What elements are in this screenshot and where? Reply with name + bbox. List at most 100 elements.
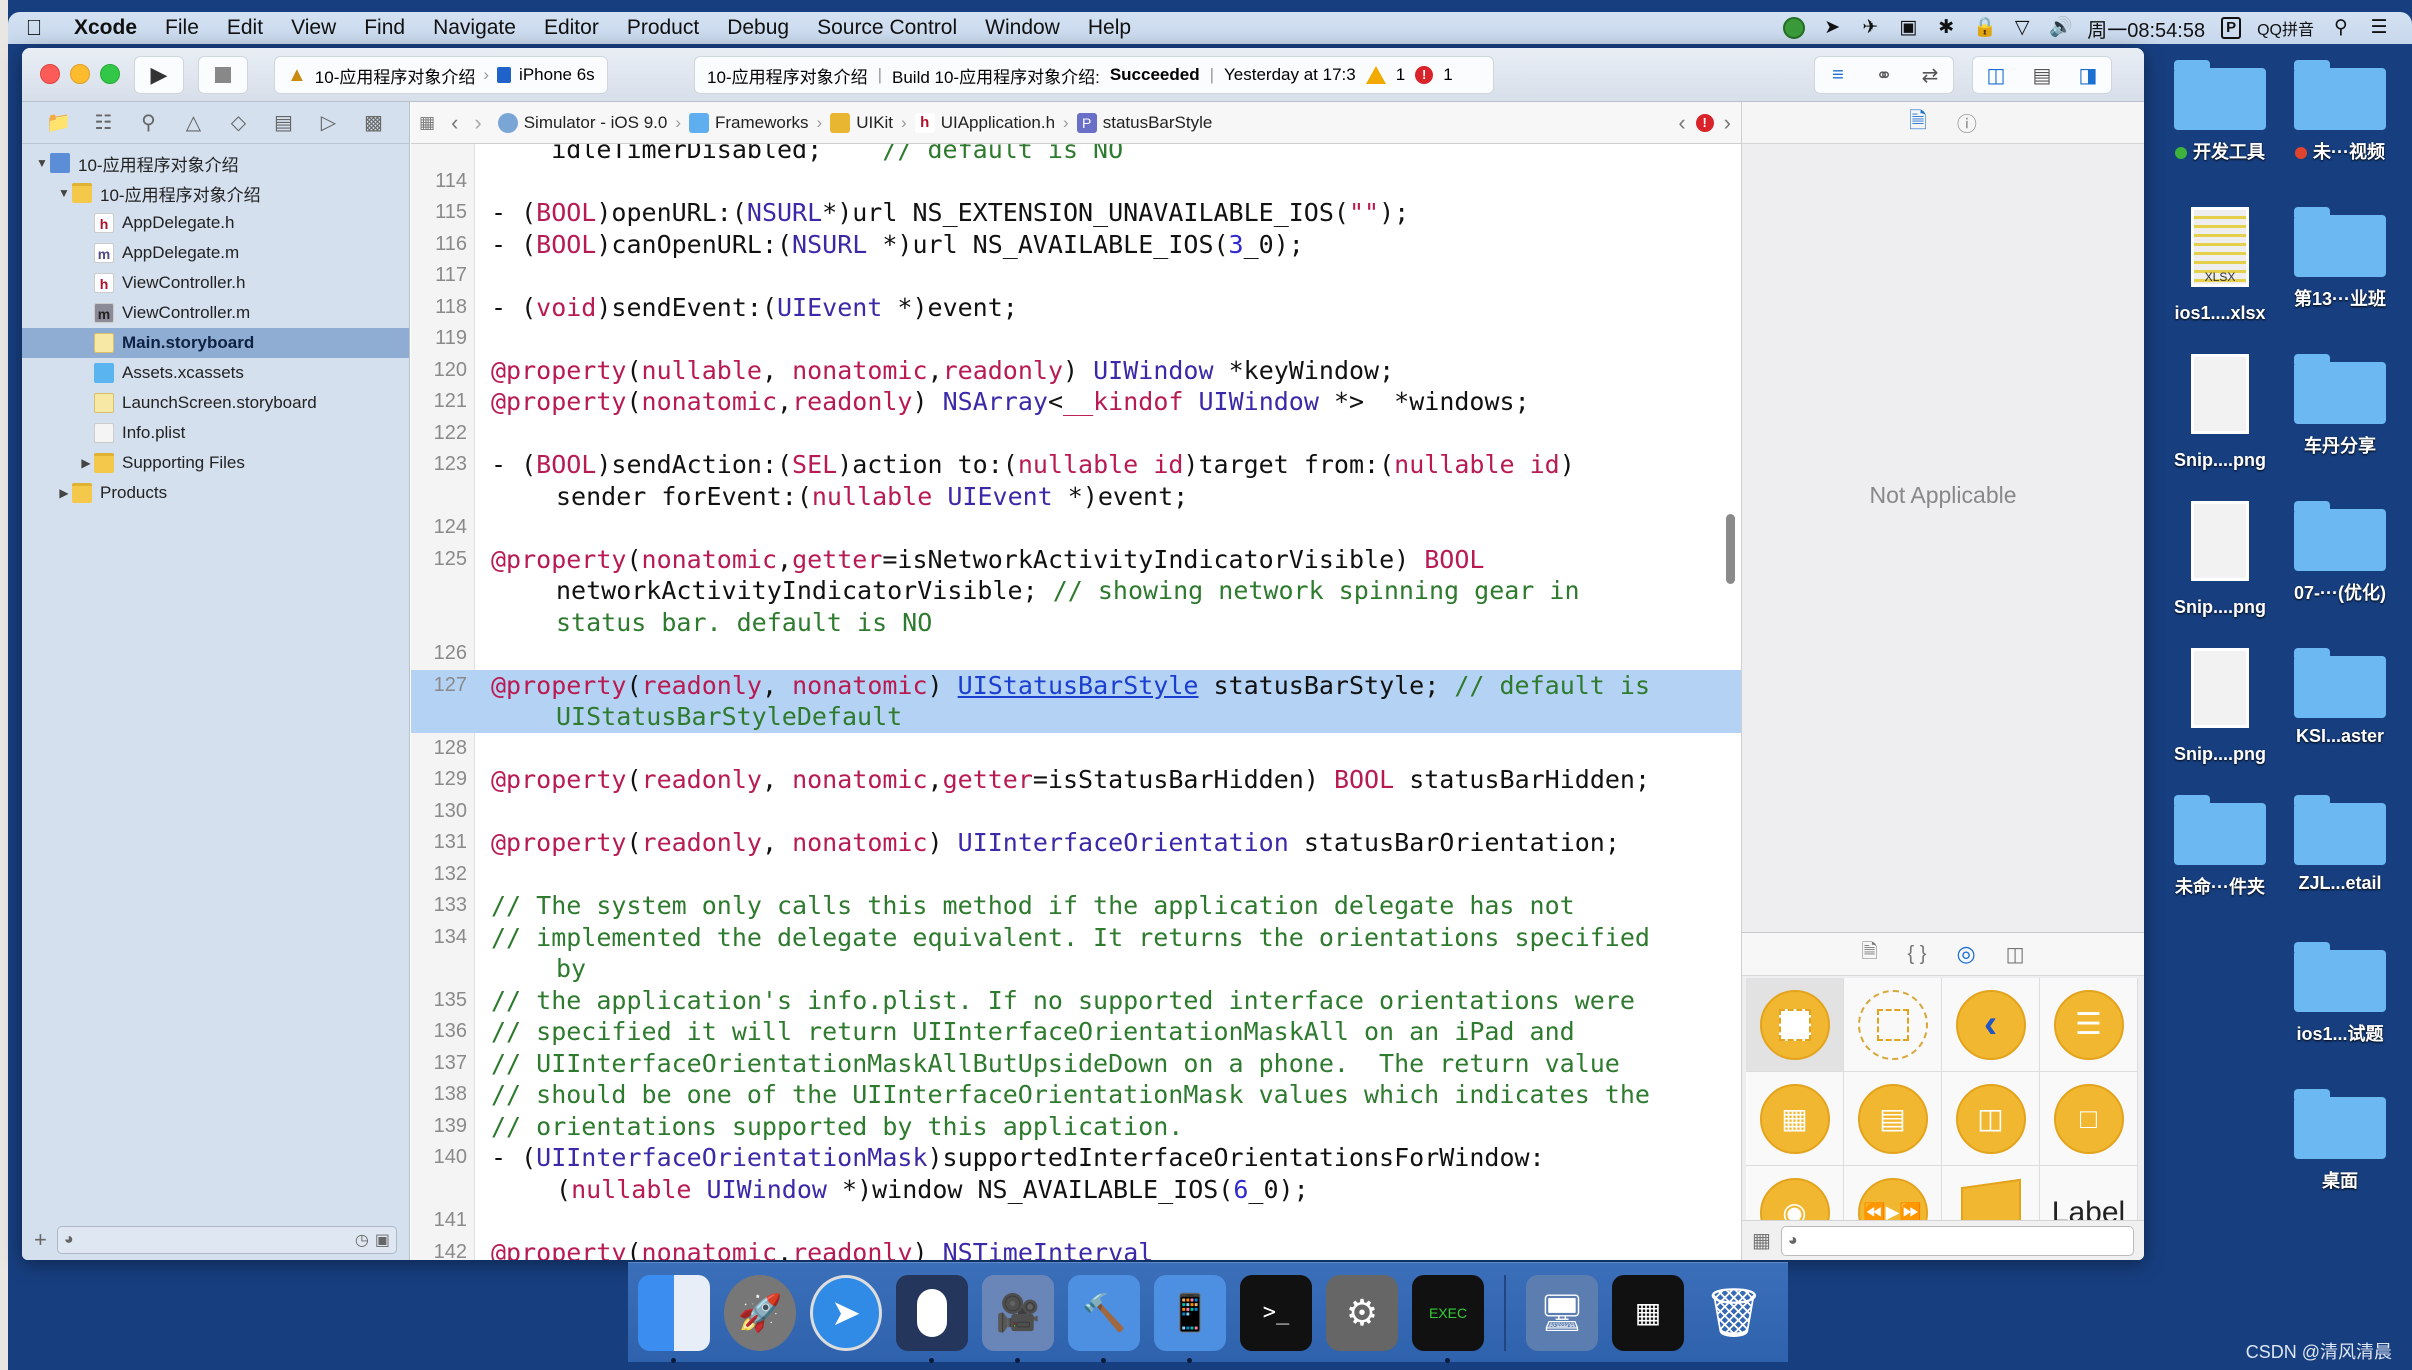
code-line[interactable]: 136 // specified it will return UIInterfa… [411, 1016, 1741, 1048]
file-tree-item[interactable]: h ViewController.h [22, 268, 409, 298]
apple-menu-icon[interactable]:  [8, 15, 60, 41]
airplane-icon[interactable]: ✈ [1859, 17, 1881, 39]
stop-button[interactable] [198, 56, 248, 94]
desktop-item[interactable]: Snip....png [2160, 501, 2280, 618]
menu-app[interactable]: Xcode [60, 16, 151, 40]
code-line[interactable]: 129 @property(readonly, nonatomic,getter=… [411, 764, 1741, 796]
standard-editor-icon[interactable]: ≡ [1815, 57, 1861, 93]
dock-system-preferences[interactable]: ⚙ [1326, 1274, 1398, 1351]
desktop-item[interactable]: XLSX ios1....xlsx [2160, 207, 2280, 324]
crumb-sdk[interactable]: Simulator - iOS 9.0 [490, 112, 676, 133]
vertical-scrollbar[interactable] [1726, 514, 1735, 584]
volume-icon[interactable]: 🔊 [2049, 17, 2073, 39]
crumb-file[interactable]: h UIApplication.h [907, 112, 1063, 133]
code-line[interactable]: 130 [411, 796, 1741, 828]
menu-debug[interactable]: Debug [713, 16, 803, 40]
crumb-symbol[interactable]: PstatusBarStyle [1069, 112, 1221, 133]
error-icon[interactable]: ! [1415, 66, 1434, 84]
menu-view[interactable]: View [277, 16, 350, 40]
toggle-navigator-icon[interactable]: ◫ [1973, 57, 2019, 93]
minimize-window-button[interactable] [70, 64, 90, 84]
code-line[interactable]: 121 @property(nonatomic,readonly) NSArray… [411, 386, 1741, 418]
dock-photo-booth[interactable]: 🎥 [982, 1274, 1054, 1363]
file-tree-item[interactable]: Main.storyboard [22, 328, 409, 358]
assistant-editor-icon[interactable]: ⚭ [1861, 57, 1907, 93]
dock-mouse[interactable] [896, 1274, 968, 1363]
desktop-item[interactable]: 桌面 [2280, 1089, 2400, 1193]
file-inspector-icon[interactable]: 🗎 [1909, 104, 1927, 142]
media-library-icon[interactable]: ◫ [2006, 942, 2025, 967]
code-line[interactable]: 128 [411, 733, 1741, 765]
file-tree-item[interactable]: Info.plist [22, 418, 409, 448]
toggle-utilities-icon[interactable]: ◨ [2065, 57, 2111, 93]
code-line[interactable]: 125 @property(nonatomic,getter=isNetworkA… [411, 544, 1741, 639]
dock-console[interactable]: EXEC [1412, 1274, 1484, 1363]
toggle-debug-area-icon[interactable]: ▤ [2019, 57, 2065, 93]
code-line[interactable]: 140 - (UIInterfaceOrientationMask)support… [411, 1142, 1741, 1205]
scheme-name[interactable]: 10-应用程序对象介绍 [315, 63, 476, 88]
library-item-collection-view-controller[interactable]: ▦ [1746, 1072, 1844, 1166]
close-window-button[interactable] [40, 64, 60, 84]
desktop-item[interactable]: 未命···件夹 [2160, 795, 2280, 899]
dock-launchpad[interactable]: 🚀 [724, 1274, 796, 1351]
desktop-item[interactable]: 07-···(优化) [2280, 501, 2400, 605]
code-line[interactable]: 138 // should be one of the UIInterfaceOr… [411, 1079, 1741, 1111]
screen-record-icon[interactable]: ▣ [1897, 17, 1919, 39]
desktop-item[interactable]: ios1...试题 [2280, 942, 2400, 1046]
error-count[interactable]: 1 [1443, 65, 1452, 85]
library-item-view-controller[interactable] [1746, 978, 1844, 1072]
grid-view-icon[interactable]: ▦ [1752, 1228, 1771, 1253]
file-tree-item[interactable]: m AppDelegate.m [22, 238, 409, 268]
scm-status-icon[interactable]: ▣ [375, 1230, 390, 1250]
run-button[interactable]: ▶ [134, 56, 184, 94]
menu-find[interactable]: Find [350, 16, 419, 40]
source-editor[interactable]: idleTimerDisabled; // default is NO 114 11… [411, 144, 1741, 1260]
menu-editor[interactable]: Editor [530, 16, 613, 40]
add-icon[interactable]: + [34, 1227, 47, 1253]
next-issue-button[interactable]: › [1724, 110, 1731, 136]
desktop-item[interactable]: ZJL...etail [2280, 795, 2400, 894]
code-line[interactable]: 132 [411, 859, 1741, 891]
file-tree-item[interactable]: ▶ Supporting Files [22, 448, 409, 478]
menu-help[interactable]: Help [1074, 16, 1145, 40]
disclosure-expanded-icon[interactable]: ▼ [56, 186, 72, 200]
debug-navigator-icon[interactable]: ▤ [261, 110, 306, 135]
forward-button[interactable]: › [466, 110, 489, 136]
code-line[interactable]: 131 @property(readonly, nonatomic) UIInte… [411, 827, 1741, 859]
scheme-selector[interactable]: ▲ 10-应用程序对象介绍 › iPhone 6s [274, 56, 608, 94]
notification-center-icon[interactable]: ☰ [2368, 17, 2390, 39]
device-name[interactable]: iPhone 6s [519, 65, 595, 85]
code-line[interactable]: 133 // The system only calls this method … [411, 890, 1741, 922]
previous-issue-button[interactable]: ‹ [1678, 110, 1685, 136]
recent-files-icon[interactable]: ◷ [355, 1230, 369, 1250]
library-item-split-view-controller[interactable]: ◫ [1942, 1072, 2040, 1166]
library-item-navigation-controller[interactable]: ‹ [1942, 978, 2040, 1072]
code-snippet-library-icon[interactable]: { } [1908, 943, 1927, 966]
menu-window[interactable]: Window [971, 16, 1074, 40]
code-line[interactable]: 142 @property(nonatomic,readonly) NSTimeI… [411, 1237, 1741, 1261]
bluetooth-icon[interactable]: ✱ [1935, 17, 1957, 39]
wifi-icon[interactable]: ▽ [2011, 17, 2033, 39]
file-tree-item[interactable]: m ViewController.m [22, 298, 409, 328]
code-line[interactable]: 114 [411, 166, 1741, 198]
dock-finder[interactable] [638, 1274, 710, 1363]
spotlight-icon[interactable]: ⚲ [2330, 17, 2352, 39]
menu-source-control[interactable]: Source Control [803, 16, 971, 40]
issue-icon[interactable]: ! [1695, 113, 1714, 132]
code-line[interactable]: 126 [411, 638, 1741, 670]
file-template-library-icon[interactable]: 🗎 [1861, 937, 1877, 971]
code-line[interactable]: 116 - (BOOL)canOpenURL:(NSURL *)url NS_AV… [411, 229, 1741, 261]
code-line[interactable]: 119 [411, 323, 1741, 355]
code-line[interactable]: 122 [411, 418, 1741, 450]
file-tree-item[interactable]: ▶ Products [22, 478, 409, 508]
code-line[interactable]: 118 - (void)sendEvent:(UIEvent *)event; [411, 292, 1741, 324]
menu-file[interactable]: File [151, 16, 213, 40]
dock-minimized-calculator[interactable]: ▦ [1612, 1274, 1684, 1351]
disclosure-collapsed-icon[interactable]: ▶ [56, 486, 72, 500]
symbol-navigator-icon[interactable]: ☷ [81, 110, 126, 135]
menu-edit[interactable]: Edit [213, 16, 277, 40]
library-item-storyboard-reference[interactable] [1844, 978, 1942, 1072]
code-line[interactable]: 134 // implemented the delegate equivalen… [411, 922, 1741, 985]
menu-navigate[interactable]: Navigate [419, 16, 530, 40]
clock[interactable]: 周一08:54:58 [2087, 14, 2205, 43]
